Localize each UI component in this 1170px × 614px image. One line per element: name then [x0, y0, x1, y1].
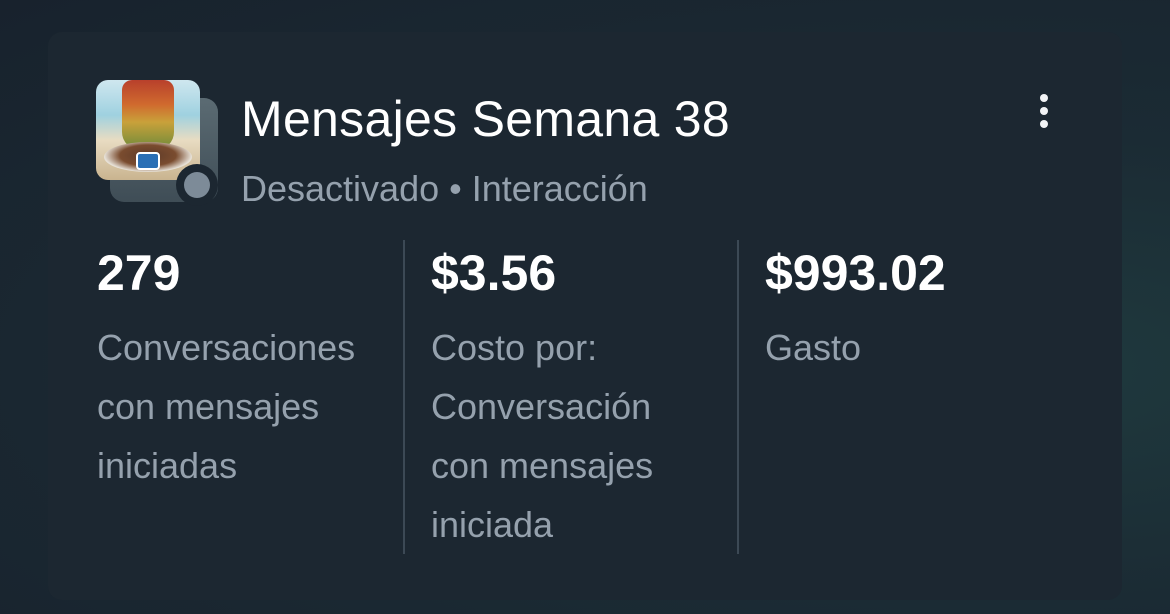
metric-label-line: con mensajes [97, 386, 320, 427]
ad-image [96, 80, 200, 180]
subtitle-separator: • [449, 168, 462, 209]
metric-label-line: Costo por: [431, 327, 598, 368]
status-indicator [184, 172, 210, 198]
more-dot-top [1040, 94, 1048, 102]
metric-divider [737, 240, 739, 554]
brand-logo [136, 152, 160, 170]
metric-label: Gasto [765, 318, 1065, 377]
dish-image [122, 80, 174, 150]
metric-label: Conversaciones con mensajes iniciadas [97, 318, 397, 495]
campaign-subtitle: Desactivado • Interacción [241, 168, 648, 210]
metric-value: $3.56 [431, 245, 557, 301]
more-options-icon[interactable] [1026, 86, 1062, 136]
metric-spend: $993.02 Gasto [765, 242, 1065, 377]
metric-label-line: Conversación [431, 386, 652, 427]
campaign-status: Desactivado [241, 168, 440, 209]
metric-label-line: iniciadas [97, 445, 238, 486]
campaign-thumbnail [96, 80, 218, 206]
metric-conversations: 279 Conversaciones con mensajes iniciada… [97, 242, 397, 495]
more-dot-bottom [1040, 120, 1048, 128]
metric-value: 279 [97, 245, 181, 301]
more-dot-middle [1040, 107, 1048, 115]
metric-label-line: iniciada [431, 504, 554, 545]
metric-label-line: con mensajes [431, 445, 654, 486]
metric-divider [403, 240, 405, 554]
metric-label-line: Gasto [765, 327, 862, 368]
metric-value: $993.02 [765, 245, 946, 301]
campaign-objective: Interacción [471, 168, 648, 209]
metric-cost-per-result: $3.56 Costo por: Conversación con mensaj… [431, 242, 731, 554]
metric-label: Costo por: Conversación con mensajes ini… [431, 318, 731, 554]
metric-label-line: Conversaciones [97, 327, 356, 368]
campaign-title[interactable]: Mensajes Semana 38 [241, 90, 730, 148]
campaign-card[interactable]: Mensajes Semana 38 Desactivado • Interacci… [48, 32, 1122, 600]
